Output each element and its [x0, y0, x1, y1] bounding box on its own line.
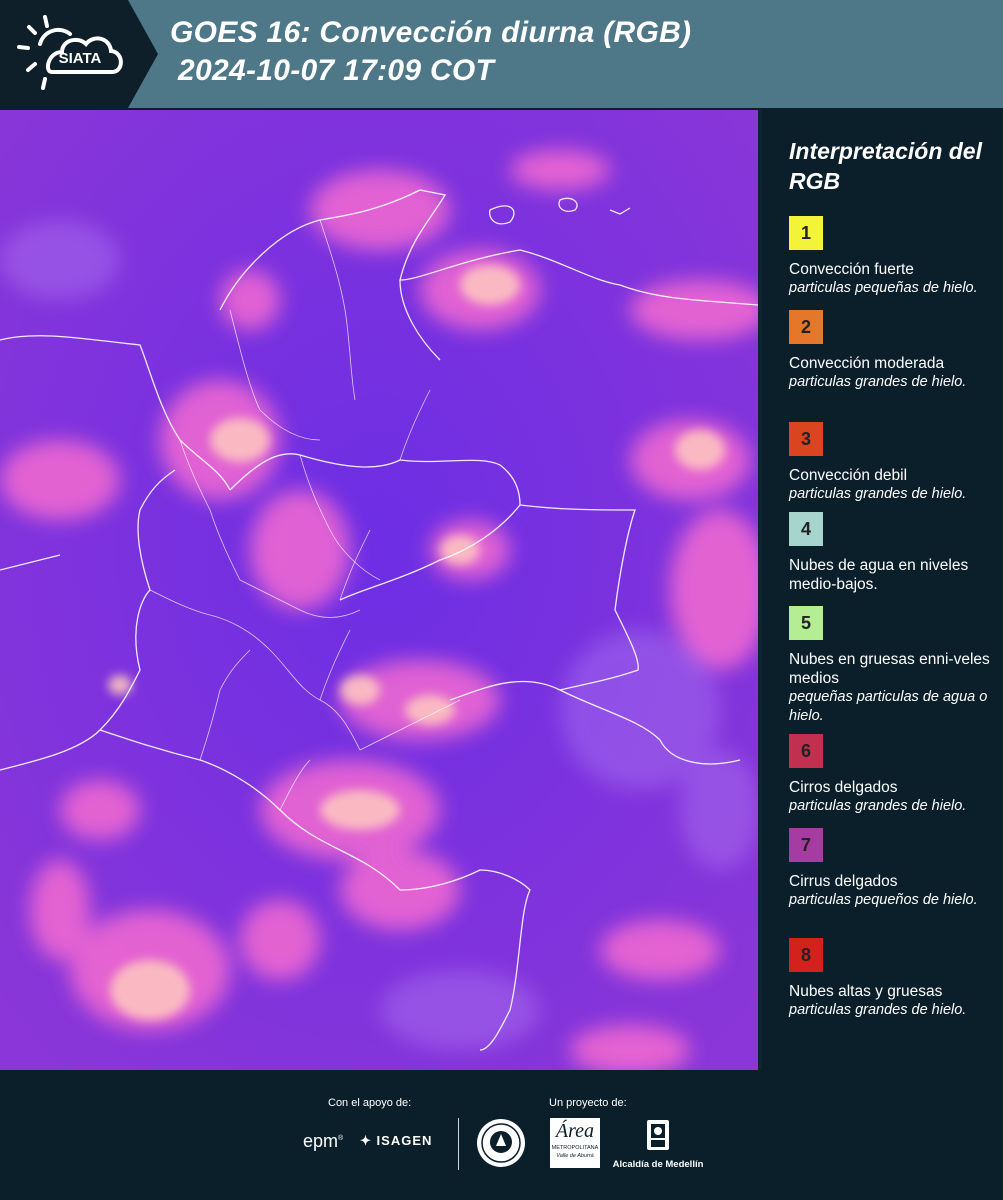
epm-logo[interactable]: epm® [303, 1131, 343, 1152]
legend-item-name: Cirrus delgados [789, 873, 898, 890]
legend-item-6: 6 Cirros delgados particulas grandes de … [789, 734, 994, 816]
legend-swatch-5: 5 [789, 606, 823, 640]
legend-swatch-6: 6 [789, 734, 823, 768]
legend-swatch-2: 2 [789, 310, 823, 344]
alcaldia-text: Alcaldía de Medellín [612, 1159, 704, 1170]
area-subtitle: METROPOLITANA [551, 1145, 599, 1151]
legend-item-name: Nubes de agua en niveles medio-bajos. [789, 557, 969, 593]
isagen-logo[interactable]: ✦ ISAGEN [360, 1133, 432, 1149]
legend-item-desc: pequeñas particulas de agua o hielo. [789, 689, 988, 724]
legend-item-desc: particulas pequeñas de hielo. [789, 280, 978, 296]
legend-item-5: 5 Nubes en gruesas enni-veles medios peq… [789, 606, 994, 726]
legend-item-name: Nubes altas y gruesas [789, 983, 943, 1000]
legend-panel: Interpretación del RGB 1 Convección fuer… [762, 110, 1003, 1070]
isagen-logo-text: ISAGEN [376, 1133, 433, 1148]
legend-item-name: Convección debil [789, 467, 908, 484]
legend-item-3: 3 Convección debil particulas grandes de… [789, 422, 994, 504]
legend-swatch-3: 3 [789, 422, 823, 456]
legend-swatch-8: 8 [789, 938, 823, 972]
area-metropolitana-logo[interactable]: Área METROPOLITANA Valle de Aburrá [550, 1118, 600, 1168]
alcaldia-logo[interactable]: Alcaldía de Medellín [608, 1118, 708, 1170]
legend-item-desc: particulas grandes de hielo. [789, 374, 967, 390]
footer-divider [458, 1118, 459, 1170]
footer: Con el apoyo de: Un proyecto de: epm® ✦ … [0, 1070, 1003, 1200]
legend-item-name: Nubes en gruesas enni-veles medios [789, 651, 990, 687]
area-subtitle-2: Valle de Aburrá [556, 1153, 594, 1159]
legend-item-7: 7 Cirrus delgados particulas pequeños de… [789, 828, 994, 910]
project-label: Un proyecto de: [549, 1097, 627, 1109]
legend-item-8: 8 Nubes altas y gruesas particulas grand… [789, 938, 994, 1020]
siata-logo[interactable]: SIATA [0, 0, 158, 108]
satellite-map[interactable] [0, 110, 758, 1070]
title-product: GOES 16: Convección diurna (RGB) [170, 16, 692, 49]
area-name: Área [555, 1120, 595, 1142]
legend-swatch-1: 1 [789, 216, 823, 250]
legend-title: Interpretación del RGB [789, 138, 982, 194]
legend-item-desc: particulas grandes de hielo. [789, 486, 967, 502]
legend-item-desc: particulas grandes de hielo. [789, 798, 967, 814]
legend-item-4: 4 Nubes de agua en niveles medio-bajos. [789, 512, 994, 594]
seal-logo[interactable] [476, 1118, 526, 1173]
legend-item-1: 1 Convección fuerte particulas pequeñas … [789, 216, 994, 298]
title-datetime: 2024-10-07 17:09 COT [178, 54, 495, 87]
legend-item-2: 2 Convección moderada particulas grandes… [789, 310, 994, 392]
legend-item-desc: particulas grandes de hielo. [789, 1002, 967, 1018]
legend-item-name: Convección moderada [789, 355, 945, 372]
page-title: GOES 16: Convección diurna (RGB) 2024-10… [170, 14, 691, 90]
logo-text: SIATA [59, 50, 102, 67]
legend-swatch-7: 7 [789, 828, 823, 862]
coat-of-arms-icon [647, 1120, 669, 1150]
epm-logo-text: epm [303, 1131, 339, 1151]
support-label: Con el apoyo de: [328, 1097, 412, 1109]
legend-swatch-4: 4 [789, 512, 823, 546]
legend-item-name: Convección fuerte [789, 261, 914, 278]
header: SIATA GOES 16: Convección diurna (RGB) 2… [0, 0, 1003, 108]
isagen-star-icon: ✦ [360, 1133, 372, 1148]
rgb-convection-imagery [0, 110, 758, 1070]
legend-item-name: Cirros delgados [789, 779, 898, 796]
legend-item-desc: particulas pequeños de hielo. [789, 892, 978, 908]
